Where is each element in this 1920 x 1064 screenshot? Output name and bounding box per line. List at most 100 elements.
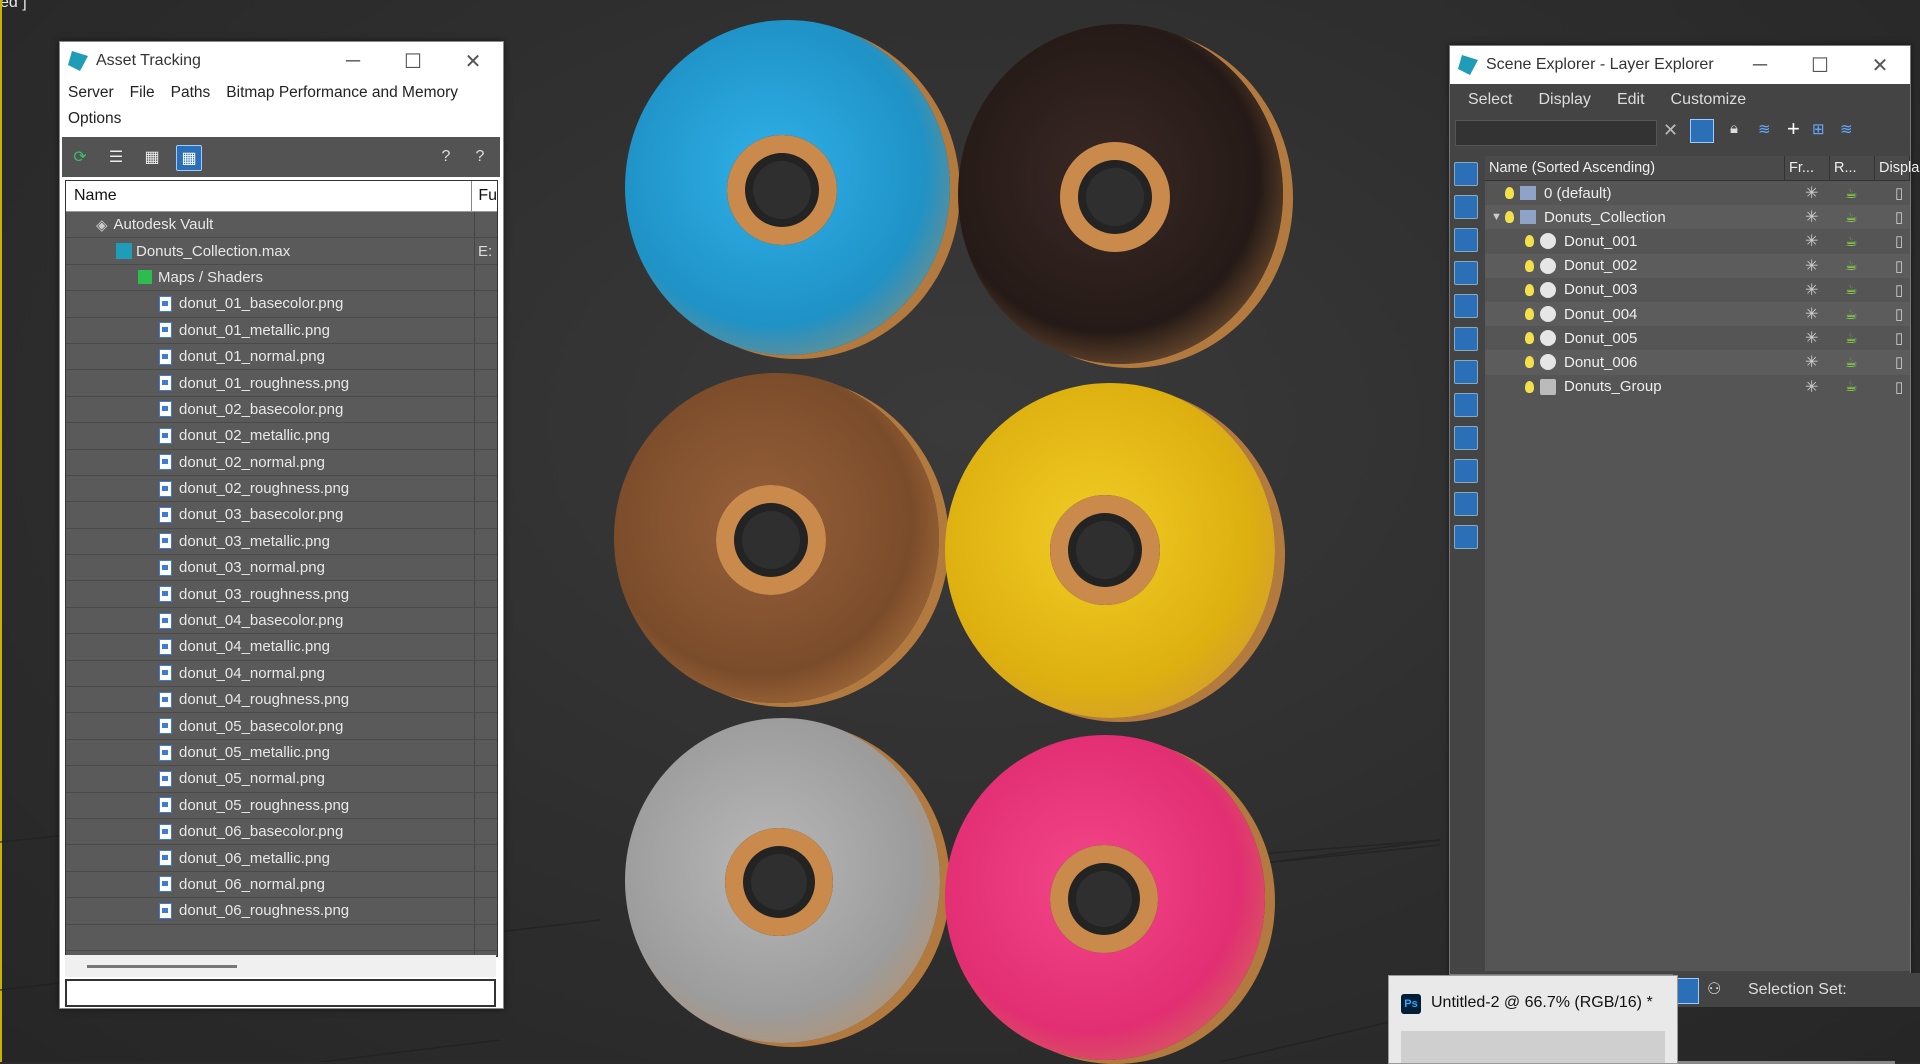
asset-horizontal-scrollbar[interactable] — [65, 955, 496, 977]
scene-explorer-window[interactable]: Scene Explorer - Layer Explorer ─ ☐ ✕ Se… — [1449, 45, 1919, 1064]
column-display[interactable]: Displa — [1875, 156, 1919, 180]
asset-row[interactable]: donut_05_basecolor.png — [66, 713, 497, 740]
minimize-icon[interactable]: ─ — [323, 50, 383, 73]
renderable-teapot-icon[interactable]: ☕︎ — [1845, 378, 1858, 395]
menu-file[interactable]: File — [130, 80, 155, 106]
asset-row[interactable]: donut_04_roughness.png — [66, 687, 497, 714]
visibility-bulb-icon[interactable] — [1525, 308, 1534, 321]
asset-row[interactable]: donut_06_normal.png — [66, 871, 497, 899]
context-help-icon[interactable]: ? — [468, 145, 492, 169]
freeze-snowflake-icon[interactable]: ✳ — [1805, 183, 1818, 203]
asset-row[interactable]: donut_06_basecolor.png — [66, 818, 497, 846]
asset-row[interactable]: donut_04_normal.png — [66, 660, 497, 688]
asset-row[interactable]: ◈ Autodesk Vault — [66, 212, 497, 239]
asset-row[interactable]: donut_03_metallic.png — [66, 528, 497, 556]
display-mode-icon[interactable]: ▯ — [1895, 281, 1903, 299]
hierarchy-mode-icon[interactable]: ⚇ — [1707, 979, 1721, 999]
menu-paths[interactable]: Paths — [171, 80, 211, 106]
asset-row[interactable]: donut_04_basecolor.png — [66, 607, 497, 635]
visibility-bulb-icon[interactable] — [1525, 356, 1534, 369]
asset-row[interactable]: donut_01_basecolor.png — [66, 291, 497, 318]
renderable-teapot-icon[interactable]: ☕︎ — [1845, 281, 1858, 298]
asset-row[interactable]: donut_01_normal.png — [66, 343, 497, 371]
selection-sets-label[interactable]: Selection Set: — [1748, 981, 1847, 999]
display-helpers-icon[interactable] — [1454, 294, 1478, 318]
menu-options[interactable]: Options — [68, 106, 121, 132]
asset-status-field[interactable] — [65, 979, 496, 1007]
display-mode-icon[interactable]: ▯ — [1895, 184, 1903, 202]
display-frozen-icon[interactable] — [1454, 492, 1478, 516]
display-mode-icon[interactable]: ▯ — [1895, 329, 1903, 347]
display-geometry-icon[interactable] — [1454, 162, 1478, 186]
renderable-teapot-icon[interactable]: ☕︎ — [1845, 185, 1858, 202]
close-icon[interactable]: ✕ — [1850, 53, 1910, 78]
object-row[interactable]: Donuts_Group ✳ ☕︎ ▯ — [1485, 375, 1910, 399]
thumbnail-view-icon[interactable]: ▦ — [140, 145, 164, 169]
donut-white-drizzle[interactable] — [625, 718, 940, 1043]
asset-row[interactable]: donut_05_roughness.png — [66, 792, 497, 819]
layer-row[interactable]: 0 (default) ✳ ☕︎ ▯ — [1485, 181, 1910, 205]
display-mode-icon[interactable]: ▯ — [1895, 257, 1903, 275]
minimize-icon[interactable]: ─ — [1730, 54, 1790, 77]
donut-milk-chocolate[interactable] — [614, 373, 939, 703]
display-hidden-icon[interactable] — [1454, 525, 1478, 549]
display-lights-icon[interactable] — [1454, 228, 1478, 252]
visibility-bulb-icon[interactable] — [1525, 332, 1534, 345]
scene-search-input[interactable] — [1455, 120, 1657, 146]
menu-display[interactable]: Display — [1538, 91, 1590, 109]
filter-icon[interactable] — [1690, 119, 1714, 143]
asset-row[interactable]: donut_05_metallic.png — [66, 739, 497, 767]
donut-pink-sprinkles[interactable] — [945, 735, 1265, 1060]
asset-row[interactable]: donut_01_roughness.png — [66, 370, 497, 397]
renderable-teapot-icon[interactable]: ☕︎ — [1845, 209, 1858, 226]
add-icon[interactable]: + — [1787, 116, 1800, 142]
maximize-icon[interactable]: ☐ — [383, 49, 443, 74]
visibility-bulb-icon[interactable] — [1505, 187, 1514, 200]
object-row[interactable]: Donut_003 ✳ ☕︎ ▯ — [1485, 278, 1910, 302]
asset-row[interactable]: donut_06_metallic.png — [66, 845, 497, 872]
object-row[interactable]: Donut_004 ✳ ☕︎ ▯ — [1485, 301, 1910, 327]
renderable-teapot-icon[interactable]: ☕︎ — [1845, 257, 1858, 274]
freeze-snowflake-icon[interactable]: ✳ — [1805, 328, 1818, 348]
display-mode-icon[interactable]: ▯ — [1895, 305, 1903, 323]
asset-tree[interactable]: Name Fu ◈ Autodesk Vault Donuts_Collection… — [65, 180, 498, 957]
visibility-bulb-icon[interactable] — [1525, 259, 1534, 272]
renderable-teapot-icon[interactable]: ☕︎ — [1845, 330, 1858, 347]
select-layer-icon[interactable]: ≋ — [1840, 120, 1853, 138]
display-mode-icon[interactable]: ▯ — [1895, 378, 1903, 396]
expand-toggle-icon[interactable]: ▼ — [1491, 211, 1505, 223]
menu-customize[interactable]: Customize — [1671, 91, 1747, 109]
clear-search-icon[interactable]: ✕ — [1663, 120, 1678, 141]
menu-bitmap-performance[interactable]: Bitmap Performance and Memory — [226, 80, 458, 106]
photoshop-taskbar-thumbnail[interactable]: Ps Untitled-2 @ 66.7% (RGB/16) * — [1388, 975, 1678, 1064]
renderable-teapot-icon[interactable]: ☕︎ — [1845, 306, 1858, 323]
object-row[interactable]: Donut_002 ✳ ☕︎ ▯ — [1485, 253, 1910, 278]
list-view-icon[interactable]: ☰ — [104, 145, 128, 169]
help-icon[interactable]: ? — [434, 145, 458, 169]
column-full-path[interactable]: Fu — [472, 187, 497, 205]
asset-row[interactable]: Donuts_Collection.max E: — [66, 238, 497, 265]
asset-row[interactable]: donut_02_roughness.png — [66, 475, 497, 503]
display-mode-icon[interactable]: ▯ — [1895, 353, 1903, 371]
menu-edit[interactable]: Edit — [1617, 91, 1645, 109]
menu-server[interactable]: Server — [68, 80, 114, 106]
display-cameras-icon[interactable] — [1454, 261, 1478, 285]
asset-row[interactable]: donut_02_normal.png — [66, 449, 497, 476]
display-containers-icon[interactable] — [1454, 459, 1478, 483]
column-renderable[interactable]: R... — [1830, 156, 1875, 180]
display-mode-icon[interactable]: ▯ — [1895, 208, 1903, 226]
display-xrefs-icon[interactable] — [1454, 393, 1478, 417]
display-bones-icon[interactable] — [1454, 426, 1478, 450]
asset-row[interactable]: donut_01_metallic.png — [66, 317, 497, 344]
freeze-snowflake-icon[interactable]: ✳ — [1805, 304, 1818, 324]
freeze-snowflake-icon[interactable]: ✳ — [1805, 207, 1818, 227]
object-row[interactable]: Donut_006 ✳ ☕︎ ▯ — [1485, 350, 1910, 375]
asset-row[interactable]: donut_03_normal.png — [66, 555, 497, 582]
column-name[interactable]: Name — [66, 181, 473, 211]
renderable-teapot-icon[interactable]: ☕︎ — [1845, 233, 1858, 250]
object-row[interactable]: Donut_005 ✳ ☕︎ ▯ — [1485, 326, 1910, 350]
object-row[interactable]: Donut_001 ✳ ☕︎ ▯ — [1485, 229, 1910, 253]
hierarchy-icon[interactable]: ⊞ — [1812, 120, 1825, 138]
display-mode-icon[interactable]: ▯ — [1895, 232, 1903, 250]
asset-tracking-window[interactable]: Asset Tracking ─ ☐ ✕ Server File Paths Bitm… — [59, 41, 504, 1009]
